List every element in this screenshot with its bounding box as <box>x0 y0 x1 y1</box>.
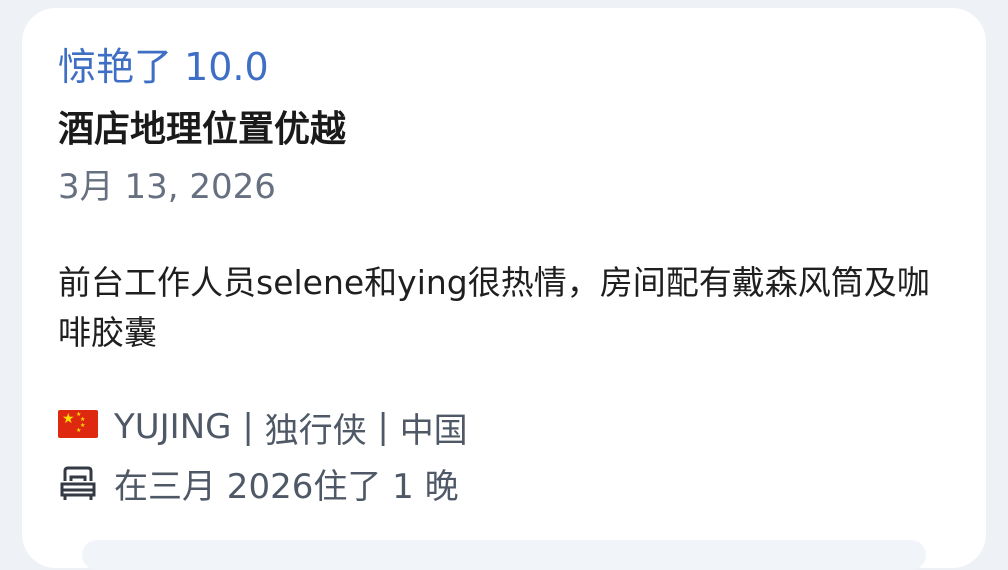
review-title: 酒店地理位置优越 <box>58 109 347 150</box>
reviewer-info: ★ ★ ★ ★ ★ YUJING | 独行侠 | 中国 <box>58 402 468 452</box>
china-flag-icon: ★ ★ ★ ★ ★ <box>58 410 98 438</box>
stay-info: 在三月 2026住了 1 晚 <box>58 458 459 508</box>
next-review-card <box>82 540 926 570</box>
traveler-type: 独行侠 <box>264 410 367 451</box>
reviewer-name: YUJING <box>114 407 232 447</box>
reviewer-country: 中国 <box>399 410 468 451</box>
review-body: 前台工作人员selene和ying很热情，房间配有戴森风筒及咖啡胶囊 <box>58 263 930 352</box>
review-rating: 惊艳了 10.0 <box>58 45 269 89</box>
bed-icon <box>60 466 96 500</box>
review-date: 3月 13, 2026 <box>58 167 276 207</box>
review-card: 惊艳了 10.0 酒店地理位置优越 3月 13, 2026 前台工作人员sele… <box>22 8 986 568</box>
stay-duration: 在三月 2026住了 1 晚 <box>114 466 459 507</box>
separator: | <box>242 407 254 447</box>
separator: | <box>377 407 389 447</box>
